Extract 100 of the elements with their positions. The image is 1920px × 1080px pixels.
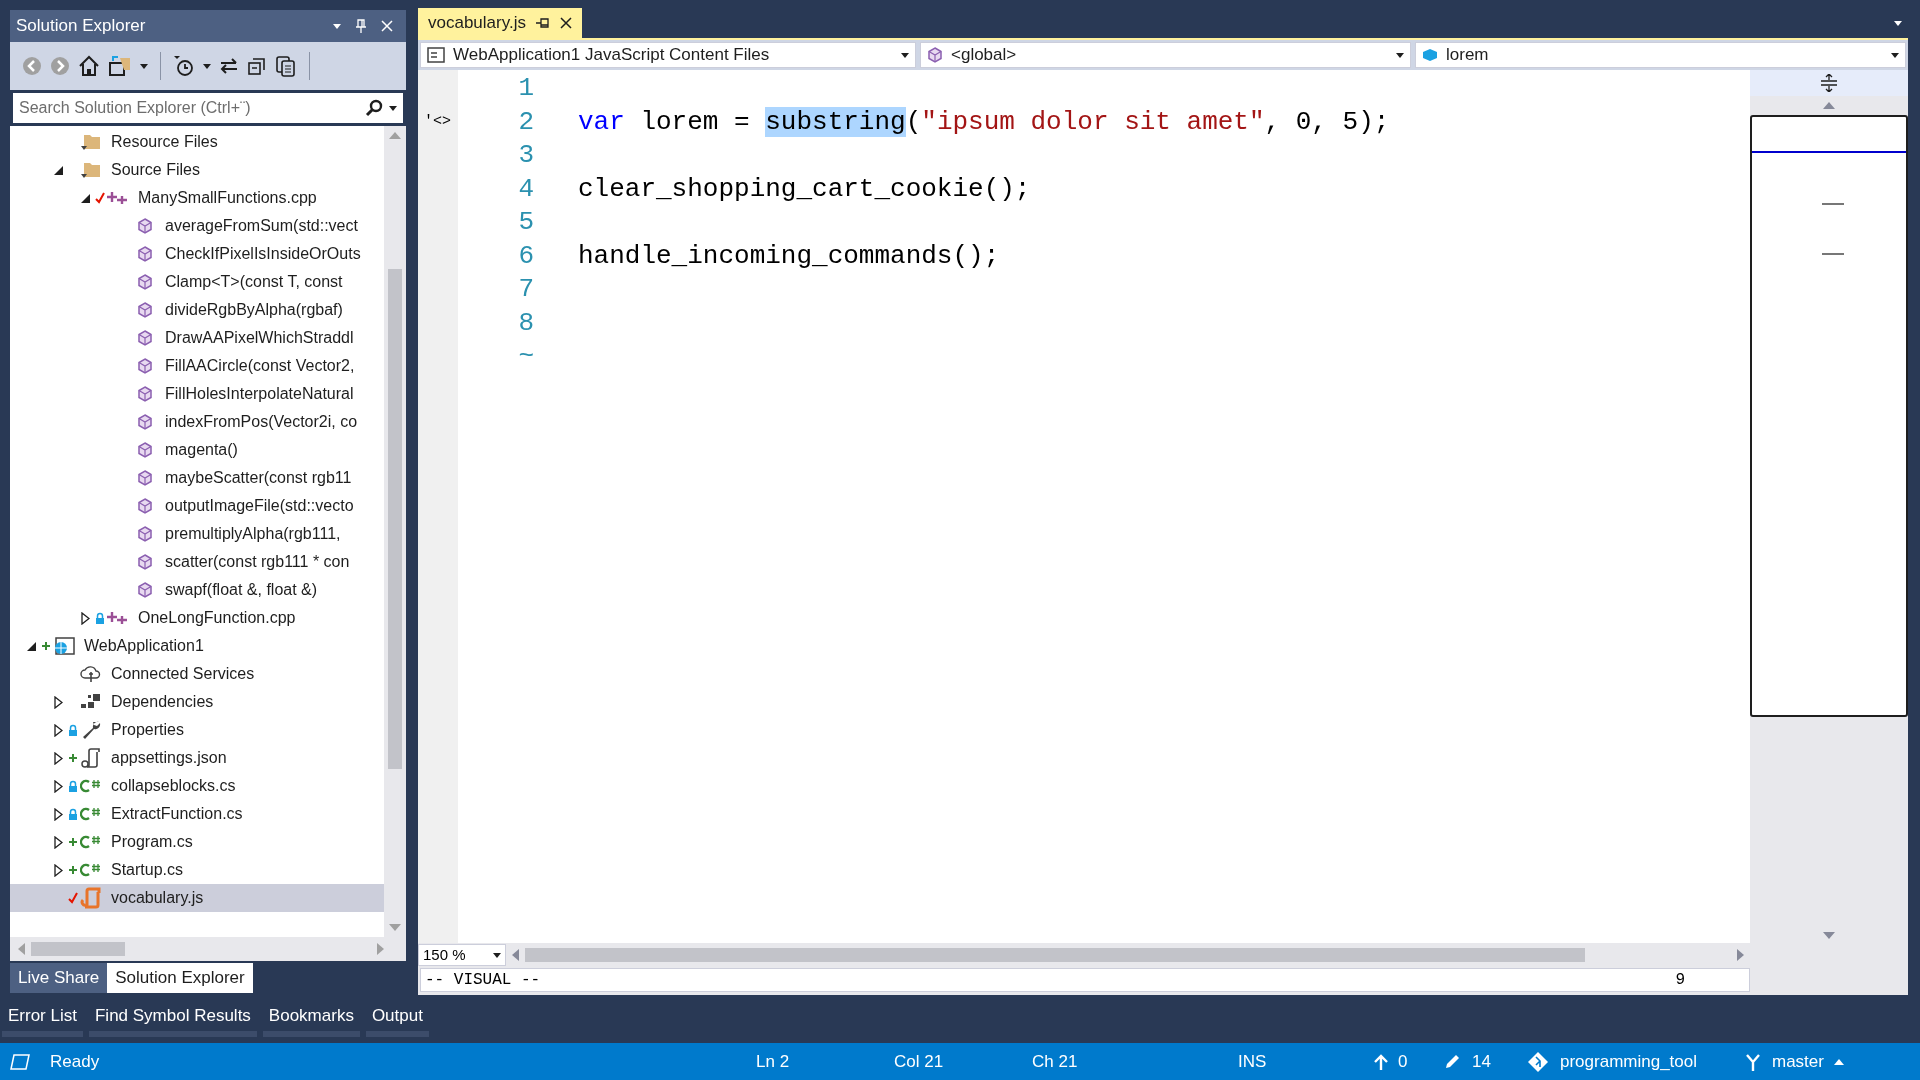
tree-item-label: swapf(float &, float &) (165, 580, 318, 600)
scroll-thumb[interactable] (525, 948, 1585, 962)
zoom-dropdown[interactable]: 150 % (418, 944, 506, 966)
scroll-thumb[interactable] (31, 942, 125, 956)
tool-window-tab[interactable]: Error List (2, 1001, 83, 1037)
close-icon[interactable] (559, 17, 572, 29)
tree-item[interactable]: Properties (10, 716, 384, 744)
copy-icon[interactable] (275, 55, 297, 77)
tree-item[interactable]: Source Files (10, 156, 384, 184)
tree-item[interactable]: CheckIfPixelIsInsideOrOuts (10, 240, 384, 268)
collapsed-arrow-icon[interactable] (53, 835, 63, 849)
tool-window-tab[interactable]: Find Symbol Results (88, 1001, 257, 1037)
tree-item[interactable]: ExtractFunction.cs (10, 800, 384, 828)
minimap-viewport[interactable] (1750, 115, 1908, 717)
tree-item-label: Source Files (111, 160, 200, 180)
expanded-arrow-icon[interactable] (80, 193, 90, 203)
tree-item[interactable]: divideRgbByAlpha(rgbaf) (10, 296, 384, 324)
scroll-right-icon[interactable] (1737, 949, 1744, 961)
navigation-dropdown[interactable]: <global> (920, 42, 1411, 68)
tree-item[interactable]: Resource Files (10, 128, 384, 156)
collapsed-arrow-icon[interactable] (80, 611, 90, 625)
search-field[interactable]: Search Solution Explorer (Ctrl+¨) (13, 93, 365, 123)
back-icon[interactable] (22, 56, 42, 76)
tree-item[interactable]: Dependencies (10, 688, 384, 716)
tree-item-label: premultiplyAlpha(rgb111, (165, 524, 341, 544)
git-icon (1528, 1051, 1548, 1072)
tree-item[interactable]: indexFromPos(Vector2i, co (10, 408, 384, 436)
tree-item[interactable]: DrawAAPixelWhichStraddl (10, 324, 384, 352)
line-number: 5 (517, 206, 535, 240)
tree-item[interactable]: outputImageFile(std::vecto (10, 492, 384, 520)
up-arrow-icon (1374, 1053, 1388, 1070)
tree-item-label: Dependencies (111, 692, 214, 712)
navigation-dropdown[interactable]: WebApplication1 JavaScript Content Files (420, 42, 916, 68)
tree-item-label: scatter(const rgb111 * con (165, 552, 350, 572)
window-icon (10, 1053, 30, 1070)
close-icon (381, 20, 393, 32)
sync-arrows-icon[interactable] (219, 56, 239, 76)
tree-item[interactable]: magenta() (10, 436, 384, 464)
code-mark (1822, 253, 1844, 255)
tree-item[interactable]: appsettings.json (10, 744, 384, 772)
tree-item[interactable]: swapf(float &, float &) (10, 576, 384, 604)
tree-item[interactable]: collapseblocks.cs (10, 772, 384, 800)
tree-item[interactable]: OneLongFunction.cpp (10, 604, 384, 632)
panel-tab[interactable]: Live Share (10, 963, 108, 993)
scroll-up-icon[interactable] (1823, 102, 1835, 109)
clock-icon[interactable] (173, 55, 195, 77)
navigation-dropdown[interactable]: lorem (1415, 42, 1906, 68)
code-mark (1822, 203, 1844, 205)
tree-item[interactable]: FillAACircle(const Vector2, (10, 352, 384, 380)
tree-item[interactable]: scatter(const rgb111 * con (10, 548, 384, 576)
tree-item[interactable]: WebApplication1 (10, 632, 384, 660)
field-icon (1422, 48, 1438, 62)
tree-item[interactable]: Connected Services (10, 660, 384, 688)
cube-icon (137, 582, 153, 598)
panel-tab[interactable]: Solution Explorer (107, 963, 253, 993)
tool-window-tab[interactable]: Bookmarks (262, 1001, 360, 1037)
collapsed-arrow-icon[interactable] (53, 751, 63, 765)
pending-changes-button[interactable]: 14 (1444, 1048, 1528, 1075)
tree-item-label: DrawAAPixelWhichStraddl (165, 328, 354, 348)
tree-item[interactable]: premultiplyAlpha(rgb111, (10, 520, 384, 548)
pin-icon[interactable] (535, 18, 550, 28)
tree-item-label: CheckIfPixelIsInsideOrOuts (165, 244, 361, 264)
horizontal-scrollbar[interactable] (10, 937, 406, 961)
collapsed-arrow-icon[interactable] (53, 863, 63, 877)
tree-item[interactable]: averageFromSum(std::vect (10, 212, 384, 240)
tree-item[interactable]: Clamp<T>(const T, const (10, 268, 384, 296)
dropdown-caret-icon (140, 63, 148, 69)
switch-views-icon[interactable] (108, 55, 132, 77)
unpushed-commits-button[interactable]: 0 (1374, 1048, 1444, 1075)
document-tab[interactable]: vocabulary.js (418, 8, 582, 38)
dropdown-caret-icon (901, 52, 909, 58)
collapsed-arrow-icon[interactable] (53, 779, 63, 793)
tree-item[interactable]: Program.cs (10, 828, 384, 856)
tree-item[interactable]: maybeScatter(const rgb11 (10, 464, 384, 492)
search-button[interactable] (365, 93, 403, 123)
tree-item[interactable]: FillHolesInterpolateNatural (10, 380, 384, 408)
collapse-all-icon[interactable] (247, 56, 267, 76)
repository-button[interactable]: programming_tool (1528, 1048, 1744, 1075)
scroll-thumb[interactable] (388, 269, 402, 769)
tree-item[interactable]: Startup.cs (10, 856, 384, 884)
collapsed-arrow-icon[interactable] (53, 695, 63, 709)
scroll-left-icon[interactable] (512, 949, 519, 961)
branch-button[interactable]: master (1744, 1048, 1844, 1075)
forward-icon[interactable] (50, 56, 70, 76)
tree-item[interactable]: vocabulary.js (10, 884, 384, 912)
project-icon (427, 47, 445, 63)
cube-icon (137, 218, 153, 234)
script-icon (80, 748, 102, 768)
split-button[interactable] (1750, 70, 1908, 96)
cloud-icon (80, 664, 102, 684)
collapsed-arrow-icon[interactable] (53, 723, 63, 737)
tree-item[interactable]: ManySmallFunctions.cpp (10, 184, 384, 212)
scroll-down-icon[interactable] (1823, 932, 1835, 939)
expanded-arrow-icon[interactable] (26, 641, 36, 651)
vertical-scrollbar[interactable] (384, 126, 406, 937)
dropdown-caret-icon (1891, 52, 1899, 58)
tool-window-tab[interactable]: Output (365, 1001, 429, 1037)
expanded-arrow-icon[interactable] (53, 165, 63, 175)
home-icon[interactable] (78, 55, 100, 77)
collapsed-arrow-icon[interactable] (53, 807, 63, 821)
